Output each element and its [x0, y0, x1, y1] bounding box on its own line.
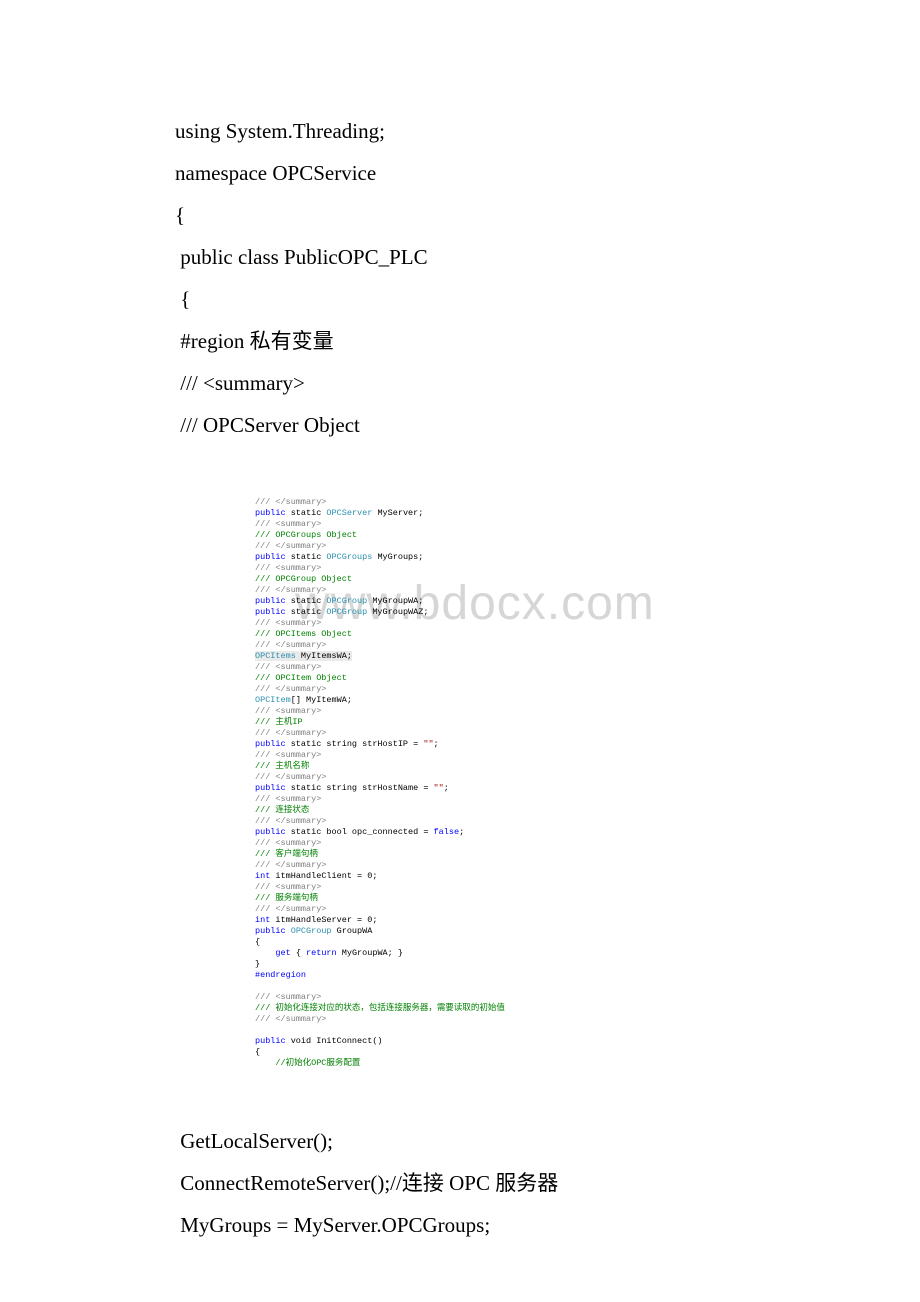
keyword: public	[255, 827, 286, 837]
code-line: public class PublicOPC_PLC	[175, 236, 840, 278]
comment-cn: /// 初始化连接对应的状态，包括连接服务器，需要读取的初始值	[255, 1003, 505, 1013]
comment-cn: /// 主机IP	[255, 717, 303, 727]
comment: /// </summary>	[255, 640, 326, 650]
text: void InitConnect()	[286, 1036, 383, 1046]
code-line: namespace OPCService	[175, 152, 840, 194]
keyword: #endregion	[255, 970, 306, 980]
text: MyGroups;	[372, 552, 423, 562]
code-line: #region 私有变量	[175, 320, 840, 362]
keyword: public	[255, 739, 286, 749]
comment: /// <summary>	[255, 992, 321, 1002]
text: MyServer;	[372, 508, 423, 518]
comment: /// <summary>	[255, 618, 321, 628]
text: MyItemsWA;	[296, 651, 352, 661]
comment-cn: /// 服务端句柄	[255, 893, 318, 903]
keyword: public	[255, 783, 286, 793]
text: itmHandleServer = 0;	[270, 915, 377, 925]
code-line: {	[175, 278, 840, 320]
code-line: MyGroups = MyServer.OPCGroups;	[175, 1204, 840, 1246]
text: static	[286, 508, 327, 518]
comment: /// <summary>	[255, 794, 321, 804]
comment: /// </summary>	[255, 684, 326, 694]
comment: /// </summary>	[255, 816, 326, 826]
text: {	[255, 937, 260, 947]
text: static string strHostName =	[286, 783, 434, 793]
comment: /// <summary>	[255, 662, 321, 672]
text: {	[291, 948, 306, 958]
code-line: ConnectRemoteServer();//连接 OPC 服务器	[175, 1162, 840, 1204]
string: ""	[434, 783, 444, 793]
embedded-code-image: www.bdocx.com /// </summary> public stat…	[175, 486, 840, 1080]
code-line: using System.Threading;	[175, 110, 840, 152]
comment: /// <summary>	[255, 750, 321, 760]
text: ;	[444, 783, 449, 793]
type: OPCItems	[255, 651, 296, 661]
comment-cn: /// 连接状态	[255, 805, 309, 815]
inner-code-block: /// </summary> public static OPCServer M…	[255, 486, 840, 1080]
type: OPCGroup	[291, 926, 332, 936]
comment: /// OPCGroups Object	[255, 530, 357, 540]
keyword: public	[255, 1036, 286, 1046]
comment: /// </summary>	[255, 1014, 326, 1024]
comment: /// </summary>	[255, 585, 326, 595]
comment: /// OPCGroup Object	[255, 574, 352, 584]
text: static bool opc_connected =	[286, 827, 434, 837]
keyword: public	[255, 926, 286, 936]
comment: /// </summary>	[255, 772, 326, 782]
comment: /// </summary>	[255, 728, 326, 738]
text: static	[286, 596, 327, 606]
text: static string strHostIP =	[286, 739, 424, 749]
code-line: GetLocalServer();	[175, 1120, 840, 1162]
text: MyGroupWA;	[367, 596, 423, 606]
text: }	[255, 959, 260, 969]
comment: /// OPCItems Object	[255, 629, 352, 639]
text: {	[255, 1047, 260, 1057]
keyword: public	[255, 552, 286, 562]
code-line: {	[175, 194, 840, 236]
text: itmHandleClient = 0;	[270, 871, 377, 881]
text: ;	[459, 827, 464, 837]
code-line: /// <summary>	[175, 362, 840, 404]
comment: /// <summary>	[255, 563, 321, 573]
type: OPCGroup	[326, 607, 367, 617]
keyword: return	[306, 948, 337, 958]
text: ;	[434, 739, 439, 749]
comment: /// <summary>	[255, 882, 321, 892]
type: OPCServer	[326, 508, 372, 518]
code-line: /// OPCServer Object	[175, 404, 840, 446]
string: ""	[423, 739, 433, 749]
type: OPCItem	[255, 695, 291, 705]
comment: /// </summary>	[255, 541, 326, 551]
keyword: get	[255, 948, 291, 958]
keyword: public	[255, 508, 286, 518]
comment: /// <summary>	[255, 519, 321, 529]
comment-cn: /// 主机名称	[255, 761, 309, 771]
keyword: public	[255, 607, 286, 617]
document-page: using System.Threading; namespace OPCSer…	[0, 0, 920, 1246]
comment-cn: //初始化OPC服务配置	[255, 1058, 360, 1068]
comment: /// <summary>	[255, 838, 321, 848]
comment: /// </summary>	[255, 497, 326, 507]
comment-cn: /// 客户端句柄	[255, 849, 318, 859]
keyword: public	[255, 596, 286, 606]
keyword: int	[255, 871, 270, 881]
comment: /// <summary>	[255, 706, 321, 716]
keyword: false	[434, 827, 460, 837]
text: MyGroupWAZ;	[367, 607, 428, 617]
type: OPCGroup	[326, 596, 367, 606]
comment: /// </summary>	[255, 860, 326, 870]
text: static	[286, 607, 327, 617]
text: GroupWA	[332, 926, 373, 936]
comment: /// OPCItem Object	[255, 673, 347, 683]
comment: /// </summary>	[255, 904, 326, 914]
type: OPCGroups	[326, 552, 372, 562]
text: [] MyItemWA;	[291, 695, 352, 705]
text: static	[286, 552, 327, 562]
text: MyGroupWA; }	[337, 948, 403, 958]
keyword: int	[255, 915, 270, 925]
